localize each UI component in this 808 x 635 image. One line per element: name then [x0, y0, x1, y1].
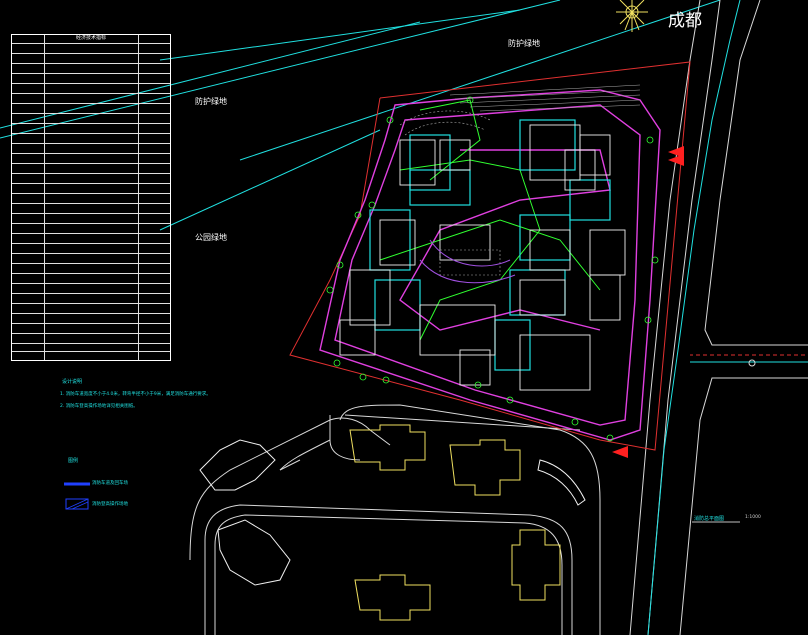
notes-heading: 设计说明	[62, 379, 83, 385]
drawing-scale: 1:1000	[745, 515, 761, 520]
legend-heading: 图例	[68, 458, 79, 464]
area-label-protect-left: 防护绿地	[195, 97, 227, 106]
city-title: 成都	[668, 11, 702, 31]
area-label-protect-top: 防护绿地	[508, 39, 540, 48]
notes-line-2: 2. 消防车登高操作场地详见相关图纸。	[60, 404, 138, 409]
area-label-park: 公园绿地	[195, 233, 227, 242]
indicator-table	[11, 34, 171, 361]
legend-item-1: 消防车道及回车场	[92, 481, 128, 486]
notes-line-1: 1. 消防车道宽度不小于4.0米，转弯半径不小于9米，满足消防车通行要求。	[60, 392, 211, 397]
drawing-title: 消防总平面图	[694, 516, 725, 522]
legend-item-2: 消防登高操作场地	[92, 502, 128, 507]
indicator-table-title: 经济技术指标	[75, 35, 106, 41]
